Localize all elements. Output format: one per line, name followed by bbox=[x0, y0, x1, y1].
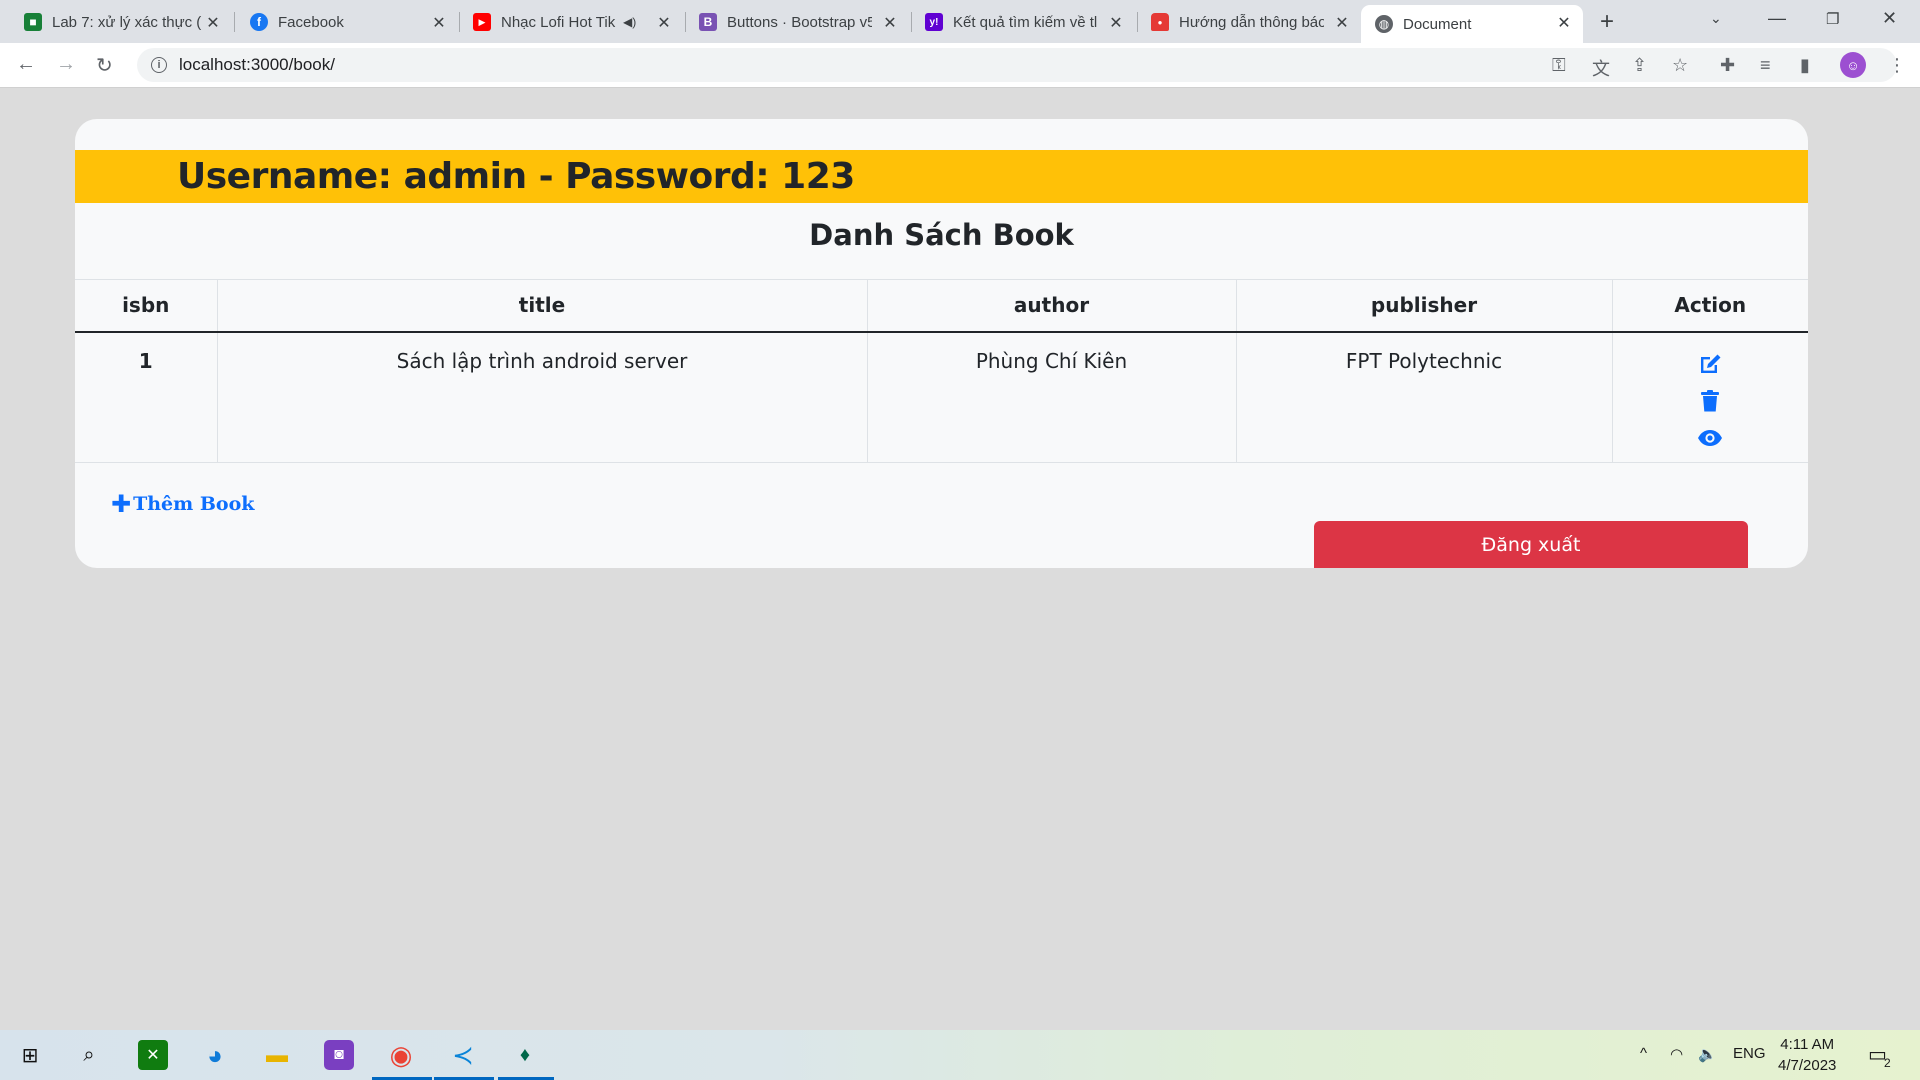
cell-title: Sách lập trình android server bbox=[217, 331, 868, 463]
notification-count: 2 bbox=[1884, 1056, 1891, 1070]
close-tab-icon[interactable]: ✕ bbox=[1333, 13, 1351, 33]
xbox-icon[interactable]: ✕ bbox=[138, 1040, 168, 1070]
browser-tab[interactable]: B Buttons · Bootstrap v5 ✕ bbox=[687, 5, 909, 39]
minimize-icon[interactable]: — bbox=[1768, 8, 1786, 29]
add-book-label: Thêm Book bbox=[133, 493, 255, 515]
tab-label: Lab 7: xử lý xác thực ( bbox=[52, 13, 202, 31]
column-header-author: author bbox=[867, 279, 1237, 333]
browser-tab[interactable]: ▶ Nhạc Lofi Hot Tik ◀) ✕ bbox=[461, 5, 683, 39]
windows-taskbar: ⊞ ⌕ ✕ ◕ ▬ ◙ ◉ ≺ ♦ ^ ◠ 🔈 ENG 4:11 AM 4/7/… bbox=[0, 1030, 1920, 1080]
table-header-row: isbn title author publisher Action bbox=[75, 279, 1808, 333]
clock-time: 4:11 AM bbox=[1780, 1036, 1835, 1053]
volume-icon[interactable]: 🔈 bbox=[1698, 1045, 1717, 1063]
facebook-icon: f bbox=[250, 13, 268, 31]
address-bar: ← → ↻ i localhost:3000/book/ ⚿ 文 ⇪ ☆ ✚ ≡… bbox=[0, 43, 1920, 88]
reading-list-icon[interactable]: ≡ bbox=[1760, 55, 1771, 76]
tab-label: Kết quả tìm kiếm về tl bbox=[953, 13, 1098, 31]
cell-author: Phùng Chí Kiên bbox=[867, 331, 1237, 463]
site-info-icon[interactable]: i bbox=[151, 57, 167, 73]
vscode-icon[interactable]: ≺ bbox=[448, 1040, 478, 1070]
language-indicator[interactable]: ENG bbox=[1733, 1045, 1766, 1062]
yahoo-icon: y! bbox=[925, 13, 943, 31]
clock-date: 4/7/2023 bbox=[1778, 1057, 1837, 1074]
windows-start-icon[interactable]: ⊞ bbox=[15, 1040, 45, 1070]
browser-tab-active[interactable]: ◍ Document ✕ bbox=[1361, 5, 1583, 43]
browser-tab-bar: ■ Lab 7: xử lý xác thực ( ✕ f Facebook ✕… bbox=[0, 0, 1920, 43]
file-explorer-icon[interactable]: ▬ bbox=[262, 1040, 292, 1070]
credentials-banner: Username: admin - Password: 123 bbox=[75, 150, 1808, 203]
avatar[interactable]: ☺ bbox=[1840, 52, 1866, 78]
column-header-action: Action bbox=[1612, 279, 1808, 333]
bookmark-star-icon[interactable]: ☆ bbox=[1672, 55, 1688, 76]
content-card: Username: admin - Password: 123 Danh Sác… bbox=[75, 119, 1808, 568]
browser-tab[interactable]: ■ Lab 7: xử lý xác thực ( ✕ bbox=[0, 5, 232, 39]
column-header-publisher: publisher bbox=[1236, 279, 1613, 333]
globe-icon: ◍ bbox=[1375, 15, 1393, 33]
youtube-icon: ▶ bbox=[473, 13, 491, 31]
table-row: 1 Sách lập trình android server Phùng Ch… bbox=[75, 331, 1808, 463]
close-tab-icon[interactable]: ✕ bbox=[655, 13, 673, 33]
add-book-link[interactable]: ✚ Thêm Book bbox=[111, 490, 254, 518]
delete-trash-icon[interactable] bbox=[1697, 388, 1723, 414]
tab-label: Buttons · Bootstrap v5 bbox=[727, 13, 872, 31]
url-text: localhost:3000/book/ bbox=[179, 55, 335, 74]
chrome-icon[interactable]: ◉ bbox=[386, 1040, 416, 1070]
back-icon[interactable]: ← bbox=[16, 53, 36, 76]
browser-tab[interactable]: y! Kết quả tìm kiếm về tl ✕ bbox=[913, 5, 1135, 39]
network-icon[interactable]: ◠ bbox=[1670, 1045, 1683, 1063]
extensions-icon[interactable]: ✚ bbox=[1720, 55, 1735, 76]
close-tab-icon[interactable]: ✕ bbox=[881, 13, 899, 33]
forward-icon[interactable]: → bbox=[56, 53, 76, 76]
restore-icon[interactable]: ❐ bbox=[1826, 10, 1839, 28]
translate-icon[interactable]: 文 bbox=[1592, 55, 1610, 81]
browser-tab[interactable]: f Facebook ✕ bbox=[236, 5, 458, 39]
tab-label: Nhạc Lofi Hot Tik bbox=[501, 13, 616, 31]
reload-icon[interactable]: ↻ bbox=[96, 53, 113, 78]
key-icon[interactable]: ⚿ bbox=[1552, 55, 1566, 76]
tab-search-icon[interactable]: ⌄ bbox=[1710, 10, 1722, 27]
new-tab-icon[interactable]: + bbox=[1600, 8, 1614, 36]
cell-actions bbox=[1612, 331, 1808, 463]
books-table: isbn title author publisher Action 1 Sác… bbox=[75, 279, 1808, 463]
clock[interactable]: 4:11 AM 4/7/2023 bbox=[1778, 1034, 1836, 1076]
shopping-bag-icon: ● bbox=[1151, 13, 1169, 31]
close-tab-icon[interactable]: ✕ bbox=[1555, 13, 1573, 33]
show-hidden-icons-icon[interactable]: ^ bbox=[1640, 1045, 1647, 1062]
menu-icon[interactable]: ⋮ bbox=[1888, 55, 1906, 76]
search-icon[interactable]: ⌕ bbox=[74, 1040, 104, 1070]
view-eye-icon[interactable] bbox=[1697, 425, 1723, 451]
cell-isbn: 1 bbox=[75, 331, 218, 463]
edit-icon[interactable] bbox=[1697, 351, 1723, 377]
mongodb-compass-icon[interactable]: ♦ bbox=[510, 1040, 540, 1070]
page-title: Danh Sách Book bbox=[809, 218, 1074, 252]
close-tab-icon[interactable]: ✕ bbox=[204, 13, 222, 33]
credentials-text: Username: admin - Password: 123 bbox=[177, 156, 855, 197]
logout-button[interactable]: Đăng xuất bbox=[1314, 521, 1748, 568]
side-panel-icon[interactable]: ▮ bbox=[1800, 55, 1810, 76]
audio-playing-icon[interactable]: ◀) bbox=[623, 15, 636, 29]
edge-icon[interactable]: ◕ bbox=[200, 1040, 230, 1070]
tab-label: Facebook bbox=[278, 13, 344, 31]
sheets-icon: ■ bbox=[24, 13, 42, 31]
close-tab-icon[interactable]: ✕ bbox=[430, 13, 448, 33]
photo-app-icon[interactable]: ◙ bbox=[324, 1040, 354, 1070]
plus-icon: ✚ bbox=[111, 490, 132, 518]
tab-label: Document bbox=[1403, 15, 1472, 33]
close-window-icon[interactable]: ✕ bbox=[1882, 8, 1897, 29]
browser-tab[interactable]: ● Hướng dẫn thông báo ✕ bbox=[1139, 5, 1361, 39]
column-header-isbn: isbn bbox=[75, 279, 218, 333]
tab-label: Hướng dẫn thông báo bbox=[1179, 13, 1324, 31]
bootstrap-icon: B bbox=[699, 13, 717, 31]
cell-publisher: FPT Polytechnic bbox=[1236, 331, 1613, 463]
share-icon[interactable]: ⇪ bbox=[1632, 55, 1647, 76]
close-tab-icon[interactable]: ✕ bbox=[1107, 13, 1125, 33]
column-header-title: title bbox=[217, 279, 868, 333]
